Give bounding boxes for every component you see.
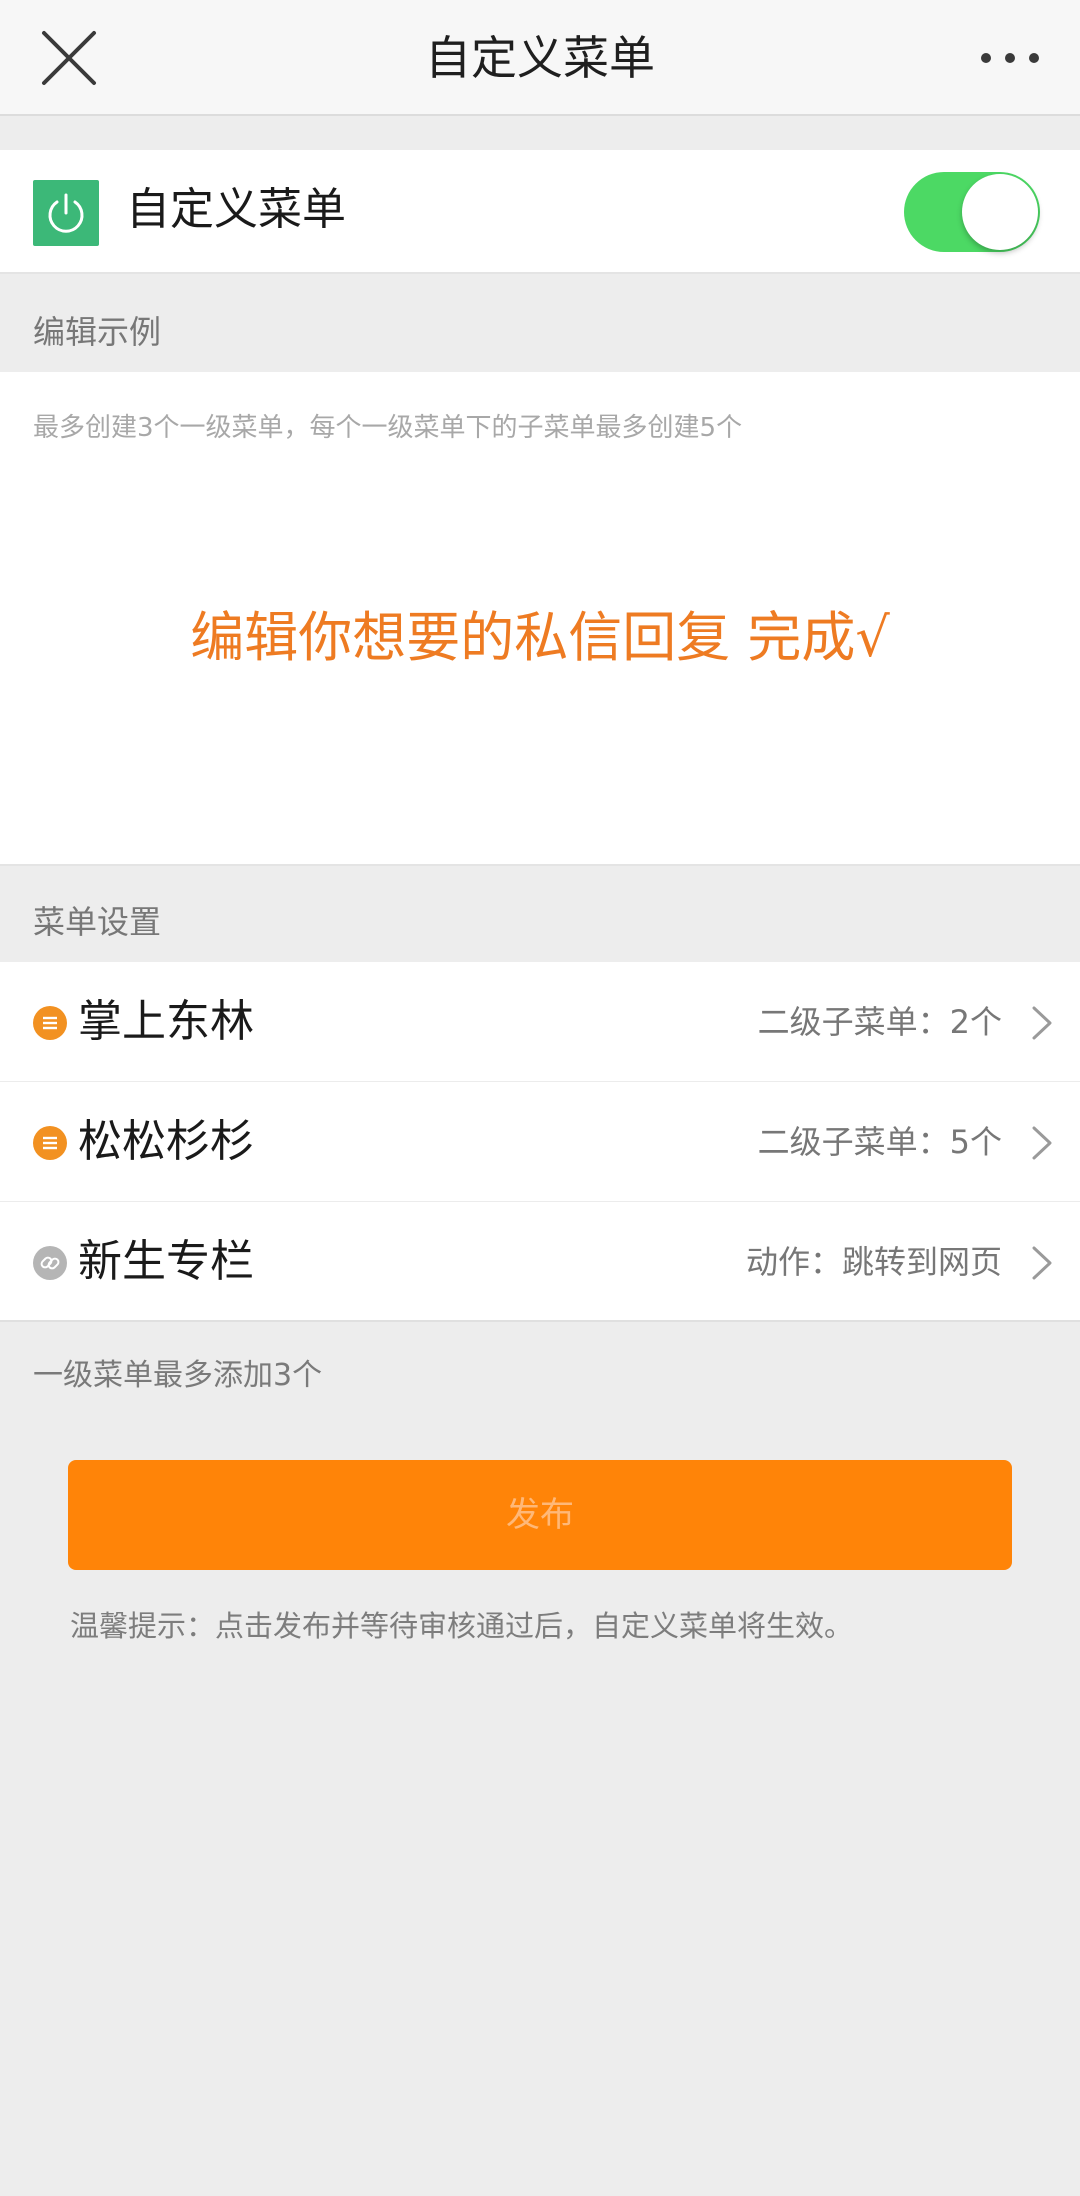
menu-section-title: 菜单设置 <box>33 903 162 941</box>
custom-menu-page: 自定义菜单 自定义菜单 编辑示例 最多创建3个一级菜单，每个一级菜单下的子菜单最… <box>0 0 1080 2196</box>
chevron-right-icon <box>1032 1246 1052 1280</box>
publish-tip: 温馨提示：点击发布并等待审核通过后，自定义菜单将生效。 <box>70 1609 854 1643</box>
example-card: 最多创建3个一级菜单，每个一级菜单下的子菜单最多创建5个 编辑你想要的私信回复 … <box>0 372 1080 866</box>
switch-knob <box>962 174 1038 250</box>
page-title: 自定义菜单 <box>425 31 655 85</box>
example-hint: 最多创建3个一级菜单，每个一级菜单下的子菜单最多创建5个 <box>33 413 743 443</box>
menu-item-detail: 二级子菜单：2个 <box>757 1003 1002 1041</box>
example-section-title: 编辑示例 <box>33 313 162 351</box>
menu-list: 掌上东林 二级子菜单：2个 松松杉杉 二级子菜单：5个 新生专栏 动作：跳转到网… <box>0 962 1080 1322</box>
menu-item-name: 掌上东林 <box>78 996 254 1047</box>
power-icon <box>33 180 99 246</box>
menu-item-xinshengzhuanlan[interactable]: 新生专栏 动作：跳转到网页 <box>0 1202 1080 1322</box>
menu-item-zhangshangdonglin[interactable]: 掌上东林 二级子菜单：2个 <box>0 962 1080 1082</box>
custom-menu-switch[interactable] <box>904 172 1040 252</box>
example-headline: 编辑你想要的私信回复 完成√ <box>190 606 890 669</box>
chevron-right-icon <box>1032 1006 1052 1040</box>
submenu-list-icon <box>33 1006 67 1040</box>
menu-item-name: 新生专栏 <box>78 1236 254 1287</box>
chevron-right-icon <box>1032 1126 1052 1160</box>
menu-item-name: 松松杉杉 <box>78 1116 254 1167</box>
top-nav-bar: 自定义菜单 <box>0 0 1080 116</box>
menu-item-detail: 动作：跳转到网页 <box>745 1243 1002 1281</box>
more-options-icon[interactable] <box>978 46 1042 70</box>
link-icon <box>33 1246 67 1280</box>
menu-item-detail: 二级子菜单：5个 <box>757 1123 1002 1161</box>
menu-item-songsongshanshan[interactable]: 松松杉杉 二级子菜单：5个 <box>0 1082 1080 1202</box>
publish-button[interactable]: 发布 <box>68 1460 1012 1570</box>
toggle-label: 自定义菜单 <box>126 184 346 235</box>
menu-limit-note: 一级菜单最多添加3个 <box>33 1358 323 1393</box>
submenu-list-icon <box>33 1126 67 1160</box>
